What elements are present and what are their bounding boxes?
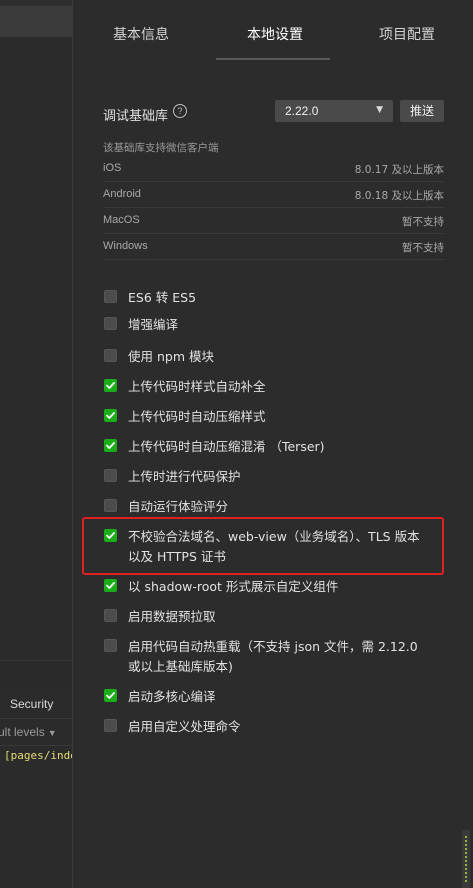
settings-tabs: 基本信息 本地设置 项目配置 bbox=[73, 0, 473, 60]
checkbox[interactable] bbox=[104, 469, 117, 482]
platform-name: MacOS bbox=[103, 214, 140, 226]
option-label: 上传时进行代码保护 bbox=[128, 469, 241, 484]
checkbox[interactable] bbox=[104, 349, 117, 362]
chevron-down-icon: ▼ bbox=[47, 728, 57, 738]
support-note: 该基础库支持微信客户端 bbox=[103, 142, 219, 154]
active-tab-indicator bbox=[216, 58, 330, 60]
option-label: 以 shadow-root 形式展示自定义组件 bbox=[128, 579, 339, 594]
option-label: 启用自定义处理命令 bbox=[128, 719, 241, 734]
devtools-levels-dropdown[interactable]: ult levels ▼ bbox=[0, 718, 72, 746]
checkbox[interactable] bbox=[104, 409, 117, 422]
devtools-tabbar bbox=[0, 660, 72, 691]
checkbox[interactable] bbox=[104, 639, 117, 652]
checkbox[interactable] bbox=[104, 689, 117, 702]
scrollbar[interactable] bbox=[462, 830, 470, 888]
option-label: ES6 转 ES5 bbox=[128, 290, 197, 305]
option-label: 上传代码时自动压缩样式 bbox=[128, 409, 266, 424]
option-label: 上传代码时自动压缩混淆 （Terser) bbox=[128, 439, 325, 454]
checkbox[interactable] bbox=[104, 317, 117, 330]
platform-row-windows: Windows 暂不支持 bbox=[103, 234, 444, 260]
levels-label: ult levels bbox=[0, 725, 45, 739]
base-library-label: 调试基础库 bbox=[103, 109, 169, 124]
checkbox[interactable] bbox=[104, 290, 117, 303]
option-label: 启动多核心编译 bbox=[128, 689, 216, 704]
console-log-line: [pages/inde bbox=[4, 749, 77, 762]
option-label: 启用代码自动热重载（不支持 json 文件，需 2.12.0 或以上基础库版本) bbox=[128, 639, 418, 674]
help-icon[interactable]: ? bbox=[173, 104, 187, 118]
platform-value: 暂不支持 bbox=[402, 216, 444, 228]
checkbox[interactable] bbox=[104, 439, 117, 452]
tab-local-settings[interactable]: 本地设置 bbox=[247, 24, 303, 44]
left-toolbar-top bbox=[0, 0, 72, 6]
selected-version: 2.22.0 bbox=[285, 104, 319, 118]
checkbox[interactable] bbox=[104, 379, 117, 392]
settings-panel: 基本信息 本地设置 项目配置 调试基础库 ? 2.22.0 ▼ 推送 该基础库支… bbox=[72, 0, 473, 888]
platform-row-ios: iOS 8.0.17 及以上版本 bbox=[103, 156, 444, 182]
checkbox[interactable] bbox=[104, 499, 117, 512]
option-label: 使用 npm 模块 bbox=[128, 349, 214, 364]
option-label: 自动运行体验评分 bbox=[128, 499, 229, 514]
highlight-annotation bbox=[82, 517, 444, 575]
tab-basic-info[interactable]: 基本信息 bbox=[113, 24, 169, 44]
platform-value: 8.0.18 及以上版本 bbox=[354, 190, 444, 202]
option-label: 上传代码时样式自动补全 bbox=[128, 379, 266, 394]
platform-row-macos: MacOS 暂不支持 bbox=[103, 208, 444, 234]
platform-name: Windows bbox=[103, 240, 148, 252]
chevron-down-icon: ▼ bbox=[376, 105, 383, 115]
option-label: 增强编译 bbox=[128, 317, 179, 332]
option-label: 启用数据预拉取 bbox=[128, 609, 216, 624]
push-button[interactable]: 推送 bbox=[400, 100, 444, 122]
platform-row-android: Android 8.0.18 及以上版本 bbox=[103, 182, 444, 208]
base-library-row: 调试基础库 ? 2.22.0 ▼ 推送 bbox=[103, 98, 444, 128]
checkbox[interactable] bbox=[104, 719, 117, 732]
base-library-select[interactable]: 2.22.0 ▼ bbox=[275, 100, 393, 122]
devtools-tab-security[interactable]: Security bbox=[10, 697, 53, 711]
platform-name: iOS bbox=[103, 162, 122, 174]
platform-value: 8.0.17 及以上版本 bbox=[354, 164, 444, 176]
platform-value: 暂不支持 bbox=[402, 242, 444, 254]
checkbox[interactable] bbox=[104, 609, 117, 622]
tab-project-config[interactable]: 项目配置 bbox=[379, 24, 435, 44]
platform-name: Android bbox=[103, 188, 141, 200]
checkbox[interactable] bbox=[104, 579, 117, 592]
platform-support-list: iOS 8.0.17 及以上版本 Android 8.0.18 及以上版本 Ma… bbox=[103, 156, 444, 260]
scrollbar-marker bbox=[465, 836, 467, 884]
